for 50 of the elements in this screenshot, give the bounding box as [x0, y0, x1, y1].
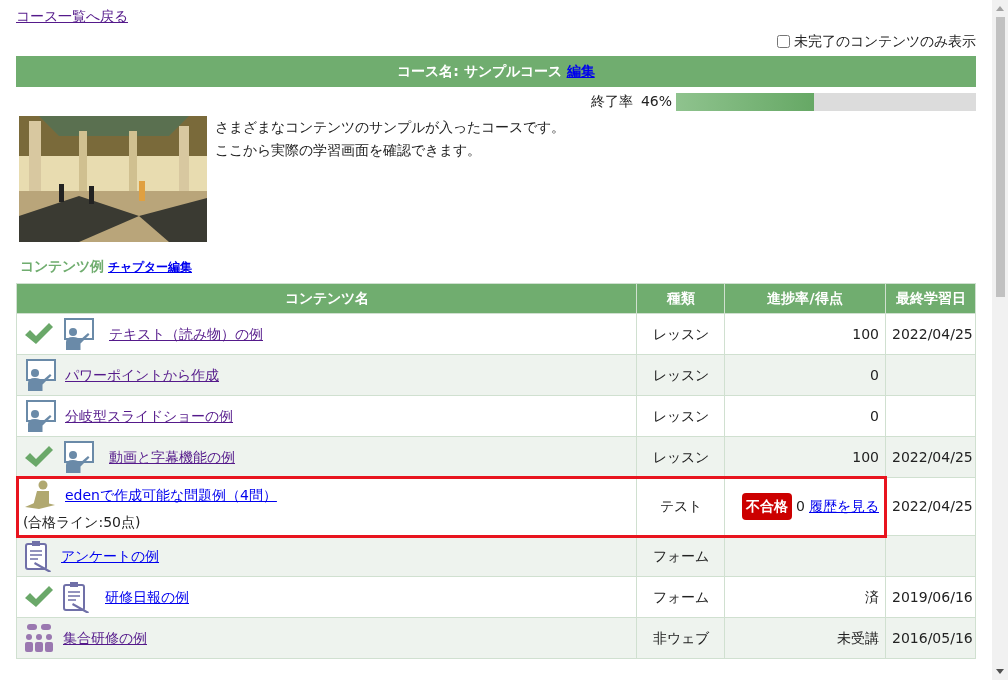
table-cell: 済 — [724, 576, 886, 618]
filter-checkbox[interactable] — [777, 35, 790, 48]
column-header: コンテンツ名 — [16, 283, 637, 314]
table-cell: 2019/06/16 — [885, 576, 976, 618]
table-cell: 2022/04/25 — [885, 477, 976, 536]
content-link[interactable]: edenで作成可能な問題例（4問） — [65, 484, 277, 506]
clipboard-pencil-icon — [23, 540, 53, 572]
table-cell: 0 — [724, 354, 886, 396]
group-meeting-icon — [23, 623, 55, 653]
edit-link[interactable]: 編集 — [566, 63, 595, 79]
pass-line-note: (合格ライン:50点) — [23, 513, 142, 532]
course-name: コース名: サンプルコース — [397, 63, 562, 79]
completion-percent: 46% — [640, 92, 672, 111]
history-link[interactable]: 履歴を見る — [809, 496, 879, 517]
content-link[interactable]: テキスト（読み物）の例 — [109, 323, 263, 345]
content-link[interactable]: 分岐型スライドショーの例 — [65, 405, 233, 427]
chapter-edit-link[interactable]: チャプター編集 — [108, 257, 192, 276]
content-link[interactable]: アンケートの例 — [61, 545, 159, 567]
column-header: 種類 — [636, 283, 725, 314]
table-cell: 2022/04/25 — [885, 313, 976, 355]
teacher-board-icon — [23, 359, 57, 391]
table-cell: レッスン — [636, 395, 725, 437]
table-cell: レッスン — [636, 313, 725, 355]
table-cell: 未受講 — [724, 617, 886, 659]
table-cell: フォーム — [636, 576, 725, 618]
table-cell: 2016/05/16 — [885, 617, 976, 659]
teacher-board-icon — [61, 441, 95, 473]
table-cell: 2022/04/25 — [885, 436, 976, 478]
completion-label: 終了率 — [590, 92, 633, 111]
teacher-board-icon — [61, 318, 95, 350]
content-link[interactable]: 集合研修の例 — [63, 627, 147, 649]
clipboard-pencil-icon — [61, 581, 91, 613]
content-link[interactable]: 研修日報の例 — [105, 586, 189, 608]
scrollbar[interactable] — [992, 0, 1008, 680]
content-link[interactable]: パワーポイントから作成 — [65, 364, 219, 386]
content-link[interactable]: 動画と字幕機能の例 — [109, 446, 235, 468]
table-cell: 非ウェブ — [636, 617, 725, 659]
teacher-board-icon — [23, 400, 57, 432]
table-cell: レッスン — [636, 354, 725, 396]
fail-badge: 不合格 — [742, 493, 793, 520]
description-text: ここから実際の学習画面を確認できます。 — [215, 141, 482, 160]
filter-label: 未完了のコンテンツのみ表示 — [794, 32, 976, 51]
description-text: さまざまなコンテンツのサンプルが入ったコースです。 — [215, 118, 565, 137]
back-link[interactable]: コース一覧へ戻る — [16, 8, 128, 24]
column-header: 最終学習日 — [885, 283, 976, 314]
section-title: コンテンツ例 — [20, 257, 104, 276]
table-cell: 100 — [724, 313, 886, 355]
column-header: 進捗率/得点 — [724, 283, 886, 314]
score-text: 0 — [796, 497, 805, 516]
table-cell: 0 — [724, 395, 886, 437]
